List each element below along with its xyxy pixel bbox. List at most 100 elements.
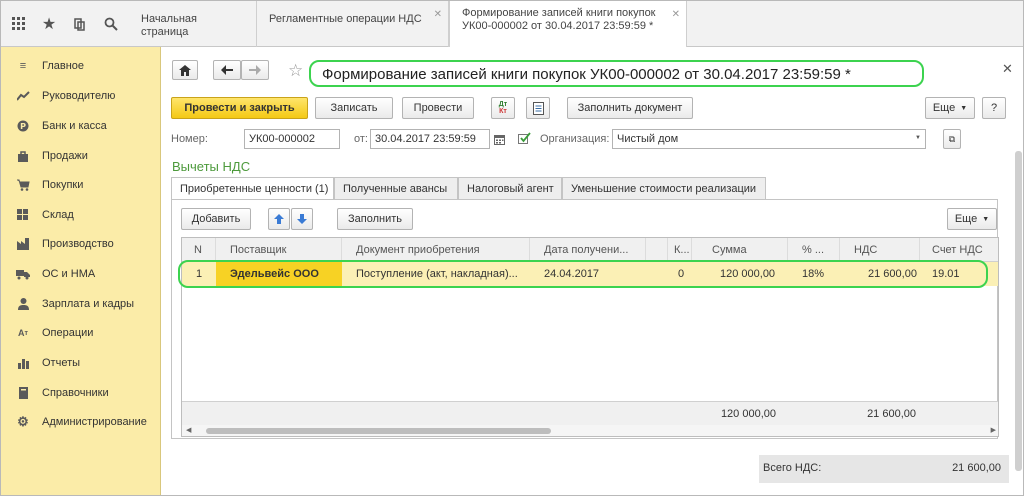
col-supplier[interactable]: Поставщик xyxy=(216,238,342,262)
factory-icon xyxy=(16,237,30,251)
save-label: Записать xyxy=(330,102,378,114)
col-vat[interactable]: НДС xyxy=(840,238,920,262)
col-percent[interactable]: % ... xyxy=(788,238,840,262)
close-icon[interactable]: ✕ xyxy=(1002,61,1013,77)
help-button[interactable]: ? xyxy=(982,97,1006,119)
tab-label: Налоговый агент xyxy=(467,182,554,195)
tab-label-line1: Формирование записей книги покупок xyxy=(462,7,656,19)
tab-label: Регламентные операции НДС xyxy=(269,13,422,25)
sidebar-item-sales[interactable]: Продажи xyxy=(1,146,161,166)
sidebar-item-label: Отчеты xyxy=(42,357,81,369)
sidebar-item-fixed-assets[interactable]: ОС и НМА xyxy=(1,264,161,284)
post-and-close-label: Провести и закрыть xyxy=(184,102,295,114)
sidebar: ≡ Главное Руководителю P Банк и касса Пр… xyxy=(1,47,161,495)
star-icon[interactable]: ★ xyxy=(33,1,65,47)
scrollbar-thumb[interactable] xyxy=(1015,151,1022,471)
tab-received-advances[interactable]: Полученные авансы xyxy=(334,177,458,199)
table-footer: 120 000,00 21 600,00 xyxy=(182,401,998,425)
sidebar-item-label: Производство xyxy=(42,238,114,250)
scroll-right-icon[interactable]: ▶ xyxy=(991,426,996,434)
sidebar-item-administration[interactable]: ⚙ Администрирование xyxy=(1,412,161,432)
col-document[interactable]: Документ приобретения xyxy=(342,238,530,262)
sidebar-item-label: Склад xyxy=(42,209,74,221)
scroll-left-icon[interactable]: ◀ xyxy=(186,426,191,434)
sidebar-item-bank[interactable]: P Банк и касса xyxy=(1,116,161,136)
col-sum[interactable]: Сумма xyxy=(692,238,788,262)
post-button[interactable]: Провести xyxy=(402,97,474,119)
tab-purchase-book-document[interactable]: Формирование записей книги покупок УК00-… xyxy=(449,1,687,48)
date-field[interactable]: 30.04.2017 23:59:59 xyxy=(370,129,490,149)
organization-label: Организация: xyxy=(540,133,610,145)
open-link-icon: ⧉ xyxy=(948,133,956,144)
sidebar-item-reports[interactable]: Отчеты xyxy=(1,353,161,373)
dt-kt-movements-button[interactable]: Дт Кт xyxy=(491,97,515,119)
move-up-button[interactable] xyxy=(268,208,290,230)
cart-icon xyxy=(16,178,30,192)
more-label: Еще xyxy=(932,102,956,114)
col-date[interactable]: Дата получени... xyxy=(530,238,646,262)
add-button[interactable]: Добавить xyxy=(181,208,251,230)
save-button[interactable]: Записать xyxy=(315,97,393,119)
sidebar-item-main[interactable]: ≡ Главное xyxy=(1,56,161,76)
arrow-up-icon xyxy=(274,214,284,224)
date-label: от: xyxy=(354,133,368,145)
warehouse-icon xyxy=(16,208,30,222)
sidebar-item-label: Покупки xyxy=(42,179,84,191)
sidebar-item-manager[interactable]: Руководителю xyxy=(1,86,161,106)
back-button[interactable] xyxy=(213,60,241,80)
search-icon[interactable] xyxy=(95,1,127,47)
calendar-icon[interactable] xyxy=(492,131,506,147)
number-field[interactable]: УК00-000002 xyxy=(244,129,340,149)
col-extra xyxy=(646,238,668,262)
fill-document-button[interactable]: Заполнить документ xyxy=(567,97,693,119)
history-icon[interactable] xyxy=(63,1,95,47)
close-tab-icon[interactable]: ✕ xyxy=(672,8,680,21)
sidebar-item-directories[interactable]: Справочники xyxy=(1,383,161,403)
document-check-icon xyxy=(518,132,531,147)
vertical-scrollbar[interactable] xyxy=(1015,143,1022,483)
bag-icon xyxy=(16,149,30,163)
table-header: N Поставщик Документ приобретения Дата п… xyxy=(182,238,998,262)
sidebar-item-operations[interactable]: Ат Операции xyxy=(1,323,161,343)
menu-icon: ≡ xyxy=(19,60,27,72)
tab-vat-operations[interactable]: Регламентные операции НДС ✕ xyxy=(257,1,449,47)
home-button[interactable] xyxy=(172,60,198,80)
fill-button[interactable]: Заполнить xyxy=(337,208,413,230)
total-vat-label: Всего НДС: xyxy=(763,462,822,474)
sidebar-item-label: ОС и НМА xyxy=(42,268,96,280)
col-vat-account[interactable]: Счет НДС xyxy=(920,238,998,262)
table-more-button[interactable]: Еще ▼ xyxy=(947,208,997,230)
close-tab-icon[interactable]: ✕ xyxy=(434,8,442,21)
forward-button[interactable] xyxy=(241,60,269,80)
tab-cost-reduction[interactable]: Уменьшение стоимости реализации xyxy=(562,177,766,199)
sidebar-item-purchases[interactable]: Покупки xyxy=(1,175,161,195)
tab-home-page[interactable]: Начальная страница xyxy=(129,1,257,47)
post-and-close-button[interactable]: Провести и закрыть xyxy=(171,97,308,119)
sidebar-item-salary[interactable]: Зарплата и кадры xyxy=(1,294,161,314)
horizontal-scrollbar[interactable]: ◀ ▶ xyxy=(182,425,998,436)
scrollbar-thumb[interactable] xyxy=(206,428,551,434)
print-document-button[interactable] xyxy=(526,97,550,119)
sidebar-item-label: Банк и касса xyxy=(42,120,107,132)
tab-label: Уменьшение стоимости реализации xyxy=(571,182,757,195)
move-down-button[interactable] xyxy=(291,208,313,230)
app-window: ★ Начальная страница Регламентные операц… xyxy=(0,0,1024,496)
favorite-star-icon[interactable]: ☆ xyxy=(288,61,303,81)
open-organization-button[interactable]: ⧉ xyxy=(943,129,961,149)
tab-tax-agent[interactable]: Налоговый агент xyxy=(458,177,562,199)
truck-icon xyxy=(16,267,30,281)
more-button[interactable]: Еще ▼ xyxy=(925,97,975,119)
top-bar: ★ Начальная страница Регламентные операц… xyxy=(1,1,1023,48)
col-n[interactable]: N xyxy=(182,238,216,262)
organization-field[interactable]: Чистый дом ▼ xyxy=(612,129,926,149)
sidebar-item-production[interactable]: Производство xyxy=(1,234,161,254)
number-label: Номер: xyxy=(171,133,208,145)
tab-acquired-values[interactable]: Приобретенные ценности (1) xyxy=(171,177,334,200)
sidebar-item-warehouse[interactable]: Склад xyxy=(1,205,161,225)
apps-grid-icon[interactable] xyxy=(3,1,35,47)
tab-label: Начальная страница xyxy=(141,13,197,38)
chart-icon xyxy=(16,356,30,370)
trend-icon xyxy=(16,89,30,103)
col-k[interactable]: К... xyxy=(668,238,692,262)
dropdown-arrow-icon[interactable]: ▼ xyxy=(915,135,921,141)
